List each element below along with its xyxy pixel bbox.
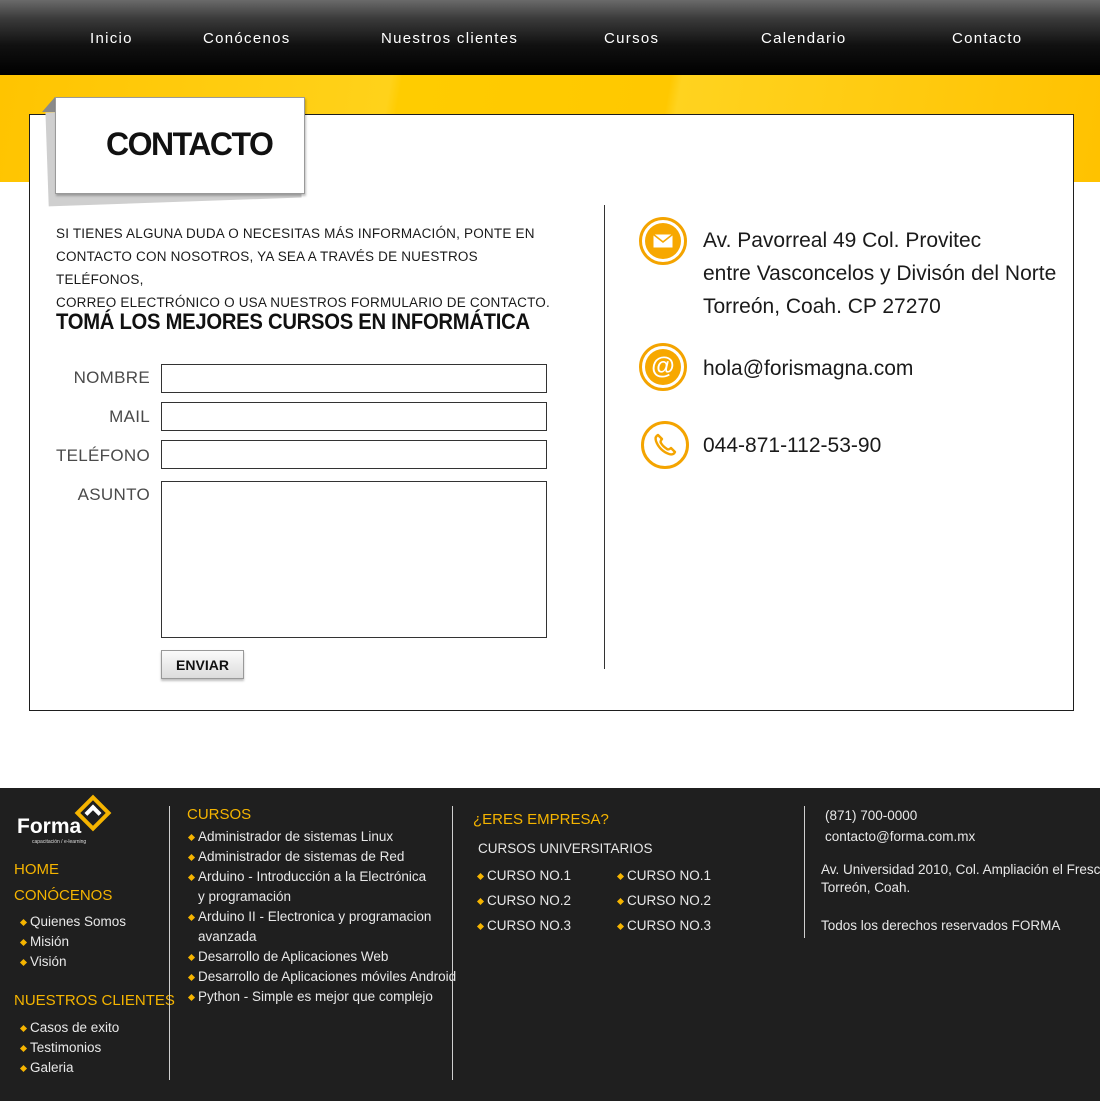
footer-business-course[interactable]: CURSO NO.3 [627,918,711,933]
forma-logo[interactable]: Forma [17,815,81,839]
footer-address-line: Torreón, Coah. [821,880,911,895]
footer-course-link[interactable]: Arduino - Introducción a la Electrónica [198,869,426,884]
at-sign-badge: @ [645,349,681,385]
nav-item-conocenos[interactable]: Conócenos [203,30,291,47]
nav-item-contacto[interactable]: Contacto [952,30,1022,47]
address-line: Av. Pavorreal 49 Col. Provitec [703,229,982,252]
footer-link-nuestros-clientes[interactable]: NUESTROS CLIENTES [14,992,175,1009]
footer-business-course[interactable]: CURSO NO.1 [627,868,711,883]
subject-field[interactable] [161,481,547,638]
footer-course-link[interactable]: Desarrollo de Aplicaciones móviles Andro… [198,969,456,984]
phone-label: TELÉFONO [55,446,150,465]
address-line: entre Vasconcelos y Divisón del Norte [703,262,1057,285]
footer-business-course[interactable]: CURSO NO.2 [627,893,711,908]
intro-line: SI TIENES ALGUNA DUDA O NECESITAS MÁS IN… [56,226,535,241]
footer-business-heading: ¿ERES EMPRESA? [473,811,609,828]
top-navigation: Inicio Conócenos Nuestros clientes Curso… [0,0,1100,75]
mail-field[interactable] [161,402,547,431]
footer-business-course[interactable]: CURSO NO.2 [487,893,571,908]
page-title: CONTACTO [106,126,274,162]
phone-icon [641,421,689,469]
intro-line: CONTACTO CON NOSOTROS, YA SEA A TRAVÉS D… [56,249,478,287]
envelope-icon-badge [645,223,681,259]
footer-link-galeria[interactable]: Galeria [30,1060,74,1075]
vertical-divider [604,205,605,669]
contact-phone: 044-871-112-53-90 [703,434,882,457]
footer-link-casos[interactable]: Casos de exito [30,1020,119,1035]
title-paper-fold [42,97,55,112]
footer-link-quienes-somos[interactable]: Quienes Somos [30,914,126,929]
envelope-glyph [653,234,673,248]
footer-link-vision[interactable]: Visión [30,954,67,969]
footer-business-course[interactable]: CURSO NO.3 [487,918,571,933]
footer-link-mision[interactable]: Misión [30,934,69,949]
footer-course-link-cont[interactable]: avanzada [198,929,257,944]
mail-label: MAIL [109,407,150,426]
footer-business-subheading: CURSOS UNIVERSITARIOS [478,841,653,856]
footer-courses-heading: CURSOS [187,806,252,823]
submit-button[interactable]: ENVIAR [161,650,244,679]
footer-business-course[interactable]: CURSO NO.1 [487,868,571,883]
at-sign-icon: @ [639,343,687,391]
forma-logo-tagline: capacitación / e-learning [32,839,87,845]
phone-field[interactable] [161,440,547,469]
envelope-icon [639,217,687,265]
intro-text: SI TIENES ALGUNA DUDA O NECESITAS MÁS IN… [56,222,556,314]
form-headline: TOMÁ LOS MEJORES CURSOS EN INFORMÁTICA [56,309,530,334]
contact-email[interactable]: hola@forismagna.com [703,352,913,385]
nav-item-calendario[interactable]: Calendario [761,30,847,47]
footer-address-line: Av. Universidad 2010, Col. Ampliación el… [821,862,1100,877]
footer-course-link[interactable]: Administrador de sistemas de Red [198,849,404,864]
nav-item-nuestros-clientes[interactable]: Nuestros clientes [381,30,518,47]
nav-item-cursos[interactable]: Cursos [604,30,659,47]
footer-divider [169,806,170,1080]
footer-divider [804,806,805,938]
contact-address: Av. Pavorreal 49 Col. Provitec entre Vas… [703,224,1056,323]
footer-link-home[interactable]: HOME [14,861,59,878]
title-paper: CONTACTO [55,97,305,194]
phone-glyph [654,433,677,456]
footer-email[interactable]: contacto@forma.com.mx [825,829,975,844]
footer-course-link-cont[interactable]: y programación [198,889,291,904]
footer-link-conocenos[interactable]: CONÓCENOS [14,887,112,904]
footer-course-link[interactable]: Python - Simple es mejor que complejo [198,989,433,1004]
name-label: NOMBRE [73,368,150,387]
footer-link-testimonios[interactable]: Testimonios [30,1040,101,1055]
address-line: Torreón, Coah. CP 27270 [703,295,941,318]
name-field[interactable] [161,364,547,393]
footer-phone: (871) 700-0000 [825,808,918,823]
footer-course-link[interactable]: Arduino II - Electronica y programacion [198,909,431,924]
subject-label: ASUNTO [77,485,150,504]
nav-item-inicio[interactable]: Inicio [90,30,133,47]
footer-divider [452,806,453,1080]
footer-course-link[interactable]: Desarrollo de Aplicaciones Web [198,949,388,964]
footer-course-link[interactable]: Administrador de sistemas Linux [198,829,393,844]
footer-copyright: Todos los derechos reservados FORMA [821,918,1061,933]
